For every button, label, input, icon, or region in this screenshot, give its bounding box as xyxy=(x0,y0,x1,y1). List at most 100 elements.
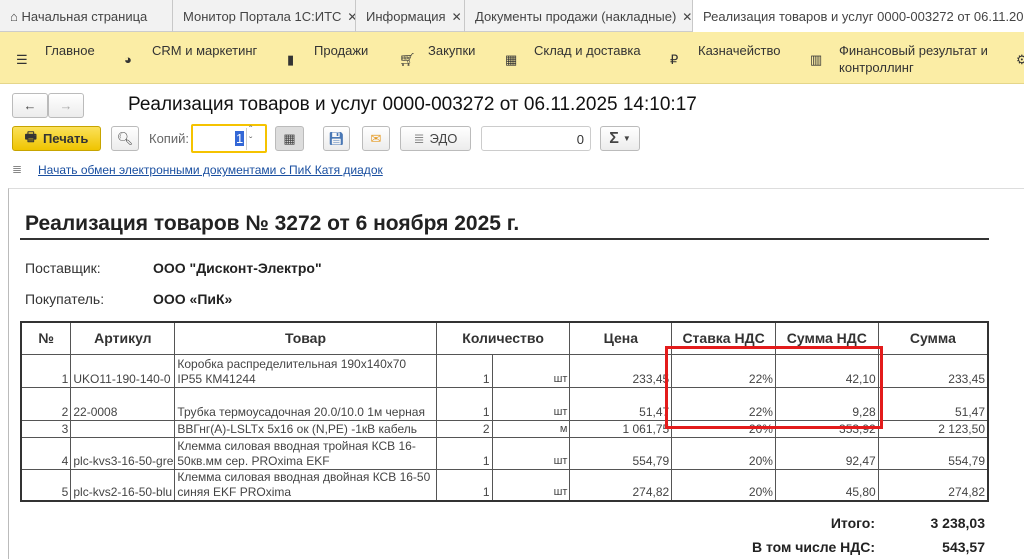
sum-dropdown-button[interactable]: Σ ▼ xyxy=(600,126,640,151)
nav-warehouse[interactable]: Склад и доставка xyxy=(534,42,641,59)
ruble-icon: ₽ xyxy=(670,52,679,67)
print-label: Печать xyxy=(42,131,89,146)
divider xyxy=(20,238,989,240)
edit-button[interactable]: ▦ xyxy=(275,126,304,151)
row-sku: plc-kvs3-16-50-gre xyxy=(70,436,176,470)
tab-realization[interactable]: Реализация товаров и услуг 0000-003272 о… xyxy=(693,0,1024,32)
tab-label: Монитор Портала 1С:ИТС xyxy=(183,9,342,24)
nav-treasury[interactable]: Казначейство xyxy=(698,42,780,59)
col-header: Товар xyxy=(174,321,437,355)
nav-main[interactable]: Главное xyxy=(45,42,95,59)
row-number: 1 xyxy=(20,353,72,388)
home-icon: ⌂ xyxy=(10,9,18,24)
buyer-label: Покупатель: xyxy=(25,291,105,307)
supplier-value: ООО "Дисконт-Электро" xyxy=(153,260,322,276)
tab-label: Документы продажи (накладные) xyxy=(475,9,677,24)
tab-sales-docs[interactable]: Документы продажи (накладные) ✕ xyxy=(465,0,693,32)
row-sum: 274,82 xyxy=(877,468,989,502)
row-price: 1 061,75 xyxy=(569,419,673,438)
printer-icon: 🖶 xyxy=(24,128,37,144)
copies-stepper[interactable]: ˆˇ xyxy=(249,125,252,147)
row-vat-rate: 20% xyxy=(671,436,776,470)
preview-button[interactable]: 🔍︎ xyxy=(111,126,139,151)
row-product: Клемма силовая вводная тройная КСВ 16-50… xyxy=(174,436,437,470)
row-sum: 51,47 xyxy=(877,386,989,421)
preview-icon: 🔍︎ xyxy=(116,130,134,146)
row-unit: шт xyxy=(491,386,571,421)
close-icon[interactable]: ✕ xyxy=(452,10,462,24)
row-number: 4 xyxy=(20,436,72,470)
row-vat-rate: 20% xyxy=(671,468,776,502)
row-unit: шт xyxy=(491,353,571,388)
nav-crm[interactable]: CRM и маркетинг xyxy=(152,42,257,59)
total-label: Итого: xyxy=(830,515,875,531)
row-unit: м xyxy=(491,419,571,438)
floppy-icon: 💾︎ xyxy=(328,130,345,146)
red-highlight-box xyxy=(665,346,883,429)
nav-sales[interactable]: Продажи xyxy=(314,42,368,59)
nav-purchases[interactable]: Закупки xyxy=(428,42,475,59)
row-product: Клемма силовая вводная двойная КСВ 16-50… xyxy=(174,468,437,502)
row-quantity: 1 xyxy=(435,353,493,388)
tab-label: Реализация товаров и услуг 0000-003272 о… xyxy=(703,9,1024,24)
tab-its-monitor[interactable]: Монитор Портала 1С:ИТС ✕ xyxy=(173,0,356,32)
edo-button[interactable]: ≣ ЭДО xyxy=(400,126,471,151)
row-quantity: 1 xyxy=(435,436,493,470)
row-price: 233,45 xyxy=(569,353,673,388)
forward-button[interactable]: → xyxy=(48,93,84,118)
envelope-icon: ✉ xyxy=(370,130,382,146)
row-quantity: 1 xyxy=(435,386,493,421)
row-sku: UKO11-190-140-0 xyxy=(70,353,176,388)
row-product: Коробка распределительная 190х140х70 IP5… xyxy=(174,353,437,388)
tab-home[interactable]: ⌂ Начальная страница xyxy=(0,0,173,32)
col-header: № xyxy=(20,321,72,355)
back-button[interactable]: ← xyxy=(12,93,48,118)
edo-icon: ≣ xyxy=(413,130,425,146)
save-button[interactable]: 💾︎ xyxy=(323,126,350,151)
row-unit: шт xyxy=(491,436,571,470)
row-sum: 2 123,50 xyxy=(877,419,989,438)
row-number: 3 xyxy=(20,419,72,438)
close-icon[interactable]: ✕ xyxy=(347,10,355,24)
copies-label: Копий: xyxy=(149,131,189,146)
edo-exchange-link[interactable]: Начать обмен электронными документами с … xyxy=(38,163,383,177)
print-button[interactable]: 🖶 Печать xyxy=(12,126,101,151)
row-product: ВВГнг(А)-LSLTx 5х16 ок (N,PE) -1кВ кабел… xyxy=(174,419,437,438)
page-title: Реализация товаров и услуг 0000-003272 о… xyxy=(128,94,697,115)
tab-label: Начальная страница xyxy=(21,9,148,24)
cart-icon: 🛒︎ xyxy=(399,52,416,67)
row-price: 274,82 xyxy=(569,468,673,502)
sum-field[interactable]: 0 xyxy=(481,126,591,151)
copies-input[interactable]: 1 ˆˇ xyxy=(191,124,267,153)
table-row: 4 plc-kvs3-16-50-gre Клемма силовая вводна… xyxy=(20,436,989,470)
tab-label: Информация xyxy=(366,9,446,24)
col-header: Артикул xyxy=(70,321,176,355)
row-sku: 22-0008 xyxy=(70,386,176,421)
vat-total-value: 543,57 xyxy=(942,539,985,555)
nav-finance[interactable]: Финансовый результат и контроллинг xyxy=(839,42,999,76)
row-price: 554,79 xyxy=(569,436,673,470)
warehouse-icon: ▦ xyxy=(505,52,518,67)
row-sku: plc-kvs2-16-50-blu xyxy=(70,468,176,502)
menu-icon: ☰ xyxy=(16,52,28,67)
email-button[interactable]: ✉ xyxy=(362,126,390,151)
tab-info[interactable]: Информация ✕ xyxy=(356,0,465,32)
col-header: Количество xyxy=(435,321,571,355)
pie-chart-icon: ◕ xyxy=(124,52,132,67)
chevron-down-icon: ▼ xyxy=(622,134,631,143)
document-title: Реализация товаров № 3272 от 6 ноября 20… xyxy=(25,212,520,235)
row-number: 2 xyxy=(20,386,72,421)
row-sku xyxy=(70,419,176,438)
row-unit: шт xyxy=(491,468,571,502)
close-icon[interactable]: ✕ xyxy=(682,10,692,24)
row-price: 51,47 xyxy=(569,386,673,421)
buyer-value: ООО «ПиК» xyxy=(153,291,233,307)
row-quantity: 2 xyxy=(435,419,493,438)
tab-bar: ⌂ Начальная страница Монитор Портала 1С:… xyxy=(0,0,1024,32)
row-quantity: 1 xyxy=(435,468,493,502)
row-vat-amount: 92,47 xyxy=(774,436,879,470)
total-value: 3 238,03 xyxy=(930,515,986,531)
table-row: 5 plc-kvs2-16-50-blu Клемма силовая вводна… xyxy=(20,468,989,502)
gear-icon[interactable]: ⚙ xyxy=(1016,52,1024,68)
copies-value: 1 xyxy=(235,131,245,146)
